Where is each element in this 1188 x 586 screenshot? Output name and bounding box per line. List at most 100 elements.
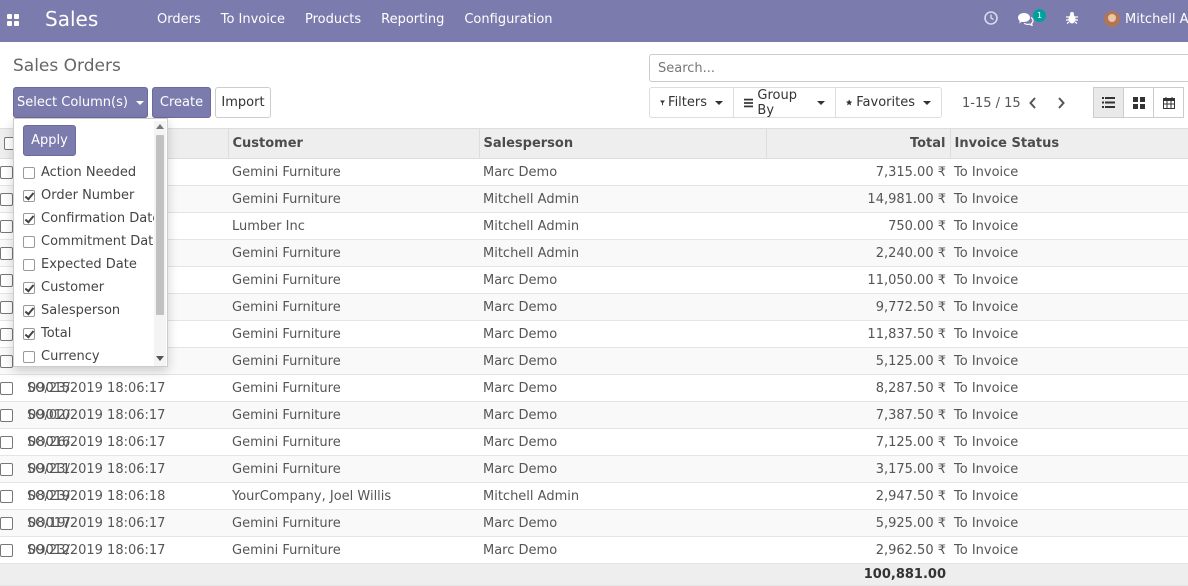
dropdown-scrollbar-thumb[interactable]	[156, 135, 164, 315]
row-checkbox[interactable]	[0, 327, 13, 341]
chevron-left-icon[interactable]	[1029, 97, 1037, 109]
cell-invoice-status: To Invoice	[950, 266, 1188, 294]
row-checkbox[interactable]	[0, 381, 13, 395]
menu-reporting[interactable]: Reporting	[371, 0, 454, 42]
create-button[interactable]: Create	[152, 87, 211, 118]
cell-salesperson: Marc Demo	[479, 374, 766, 402]
col-header-total[interactable]: Total	[766, 128, 951, 159]
user-avatar[interactable]	[1104, 11, 1120, 27]
table-row[interactable]: 09/09/2019 18:06:17Gemini FurnitureMarc …	[0, 320, 1188, 348]
cell-number: SO016	[0, 428, 70, 456]
column-option-checkbox[interactable]	[23, 281, 35, 294]
list-view-button[interactable]	[1093, 87, 1124, 118]
cell-total: 7,315.00 ₹	[766, 158, 950, 186]
cell-salesperson: Marc Demo	[479, 293, 766, 321]
cell-invoice-status: To Invoice	[950, 536, 1188, 564]
clock-icon[interactable]	[984, 11, 998, 25]
scroll-up-icon[interactable]	[156, 124, 164, 129]
cell-salesperson: Marc Demo	[479, 401, 766, 429]
cell-invoice-status: To Invoice	[950, 347, 1188, 375]
column-option-checkbox[interactable]	[23, 212, 35, 225]
calendar-view-button[interactable]	[1153, 87, 1184, 118]
column-option[interactable]: Customer	[23, 280, 104, 295]
table-row[interactable]: 09/23/2019 18:06:17Gemini FurnitureMitch…	[0, 185, 1188, 213]
cell-total: 2,947.50 ₹	[766, 482, 950, 510]
column-option[interactable]: Order Number	[23, 188, 134, 203]
row-checkbox[interactable]	[0, 516, 13, 530]
row-checkbox[interactable]	[0, 543, 13, 557]
table-row[interactable]: 09/23/2019 18:06:17Gemini FurnitureMarc …	[0, 266, 1188, 294]
apply-button[interactable]: Apply	[23, 125, 76, 156]
row-checkbox[interactable]	[0, 165, 13, 179]
table-row[interactable]: 09/23/2019 18:06:17Gemini FurnitureMarc …	[0, 347, 1188, 375]
table-row[interactable]: SO017 08/19/2019 18:06:17 Gemini Furniture…	[0, 509, 1188, 537]
column-option-checkbox[interactable]	[23, 189, 35, 202]
table-row[interactable]: SO010 09/02/2019 18:06:17 Gemini Furniture…	[0, 401, 1188, 429]
cell-number: SO010	[0, 401, 70, 429]
column-option[interactable]: Commitment Date	[23, 234, 161, 249]
table-row[interactable]: 09/16/2019 18:06:17Gemini FurnitureMarc …	[0, 293, 1188, 321]
column-option[interactable]: Confirmation Date	[23, 211, 160, 226]
row-checkbox[interactable]	[0, 408, 13, 422]
table-row[interactable]: 09/23/2019 18:06:17Lumber IncMitchell Ad…	[0, 212, 1188, 240]
select-columns-label: Select Column(s)	[17, 95, 128, 110]
row-checkbox[interactable]	[0, 246, 13, 260]
column-option[interactable]: Currency	[23, 349, 100, 364]
column-option-checkbox[interactable]	[23, 258, 35, 271]
row-checkbox[interactable]	[0, 219, 13, 233]
chat-icon[interactable]	[1017, 12, 1034, 26]
cell-total: 11,837.50 ₹	[766, 320, 950, 348]
row-checkbox[interactable]	[0, 273, 13, 287]
menu-to-invoice[interactable]: To Invoice	[211, 0, 295, 42]
column-option-checkbox[interactable]	[23, 350, 35, 363]
row-checkbox[interactable]	[0, 192, 13, 206]
column-option[interactable]: Salesperson	[23, 303, 120, 318]
chevron-right-icon[interactable]	[1057, 97, 1065, 109]
select-columns-button[interactable]: Select Column(s)	[13, 87, 148, 118]
scroll-down-icon[interactable]	[156, 356, 164, 361]
table-row[interactable]: 09/23/2019 18:06:17Gemini FurnitureMitch…	[0, 239, 1188, 267]
table-row[interactable]: SO019 08/23/2019 18:06:18 YourCompany, Joe…	[0, 482, 1188, 510]
table-row[interactable]: SO012 09/23/2019 18:06:17 Gemini Furniture…	[0, 536, 1188, 564]
cell-total: 7,387.50 ₹	[766, 401, 950, 429]
import-button[interactable]: Import	[215, 87, 271, 118]
column-option[interactable]: Action Needed	[23, 165, 136, 180]
col-header-customer[interactable]: Customer	[228, 128, 480, 159]
order-number: SO015	[27, 380, 71, 396]
menu-configuration[interactable]: Configuration	[454, 0, 562, 42]
column-option-checkbox[interactable]	[23, 327, 35, 340]
kanban-view-button[interactable]	[1123, 87, 1154, 118]
column-option-checkbox[interactable]	[23, 304, 35, 317]
row-checkbox[interactable]	[0, 435, 13, 449]
pager-value[interactable]: 1-15 / 15	[962, 96, 1021, 111]
column-option-checkbox[interactable]	[23, 166, 35, 179]
row-checkbox[interactable]	[0, 300, 13, 314]
group-by-button[interactable]: Group By	[734, 88, 836, 118]
menu-products[interactable]: Products	[295, 0, 371, 42]
top-navbar: Sales Orders To Invoice Products Reporti…	[0, 0, 1188, 42]
col-header-invoice-status[interactable]: Invoice Status	[950, 128, 1188, 159]
column-option-label: Order Number	[41, 188, 135, 203]
row-checkbox[interactable]	[0, 462, 13, 476]
row-checkbox[interactable]	[0, 489, 13, 503]
bug-icon[interactable]	[1066, 11, 1078, 25]
table-row[interactable]: SO015 09/23/2019 18:06:17 Gemini Furniture…	[0, 374, 1188, 402]
favorites-button[interactable]: Favorites	[836, 88, 941, 117]
search-input[interactable]	[649, 54, 1188, 82]
table-row[interactable]: SO011 09/23/2019 18:06:17 Gemini Furniture…	[0, 455, 1188, 483]
order-number: SO016	[27, 434, 71, 450]
row-checkbox[interactable]	[0, 354, 13, 368]
order-number: SO012	[27, 542, 71, 558]
menu-orders[interactable]: Orders	[147, 0, 211, 42]
column-option[interactable]: Total	[23, 326, 71, 341]
apps-grid-icon[interactable]	[7, 14, 19, 26]
table-row[interactable]: SO016 08/26/2019 18:06:17 Gemini Furniture…	[0, 428, 1188, 456]
column-option-checkbox[interactable]	[23, 235, 35, 248]
cell-invoice-status: To Invoice	[950, 212, 1188, 240]
filters-button[interactable]: Filters	[650, 88, 734, 117]
app-brand[interactable]: Sales	[45, 7, 98, 31]
table-row[interactable]: 09/23/2019 18:06:17Gemini FurnitureMarc …	[0, 158, 1188, 186]
column-option[interactable]: Expected Date	[23, 257, 137, 272]
user-name[interactable]: Mitchell Admin	[1125, 12, 1188, 27]
col-header-salesperson[interactable]: Salesperson	[479, 128, 767, 159]
